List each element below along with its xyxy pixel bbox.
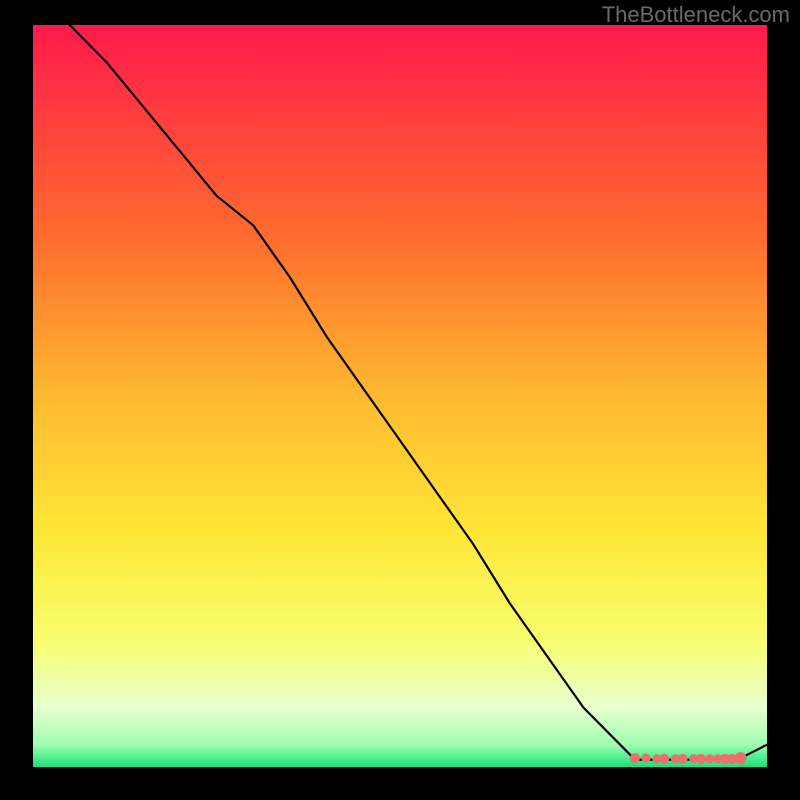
data-marker: [696, 754, 706, 764]
plot-area: [33, 25, 767, 767]
data-marker: [735, 752, 747, 764]
data-marker: [705, 754, 714, 763]
data-marker: [641, 754, 650, 763]
bottleneck-chart: [33, 25, 767, 767]
data-marker: [678, 754, 688, 764]
chart-frame: TheBottleneck.com: [0, 0, 800, 800]
watermark-text: TheBottleneck.com: [602, 2, 790, 28]
gradient-background: [33, 25, 767, 767]
data-marker: [630, 753, 640, 763]
data-marker: [659, 754, 669, 764]
